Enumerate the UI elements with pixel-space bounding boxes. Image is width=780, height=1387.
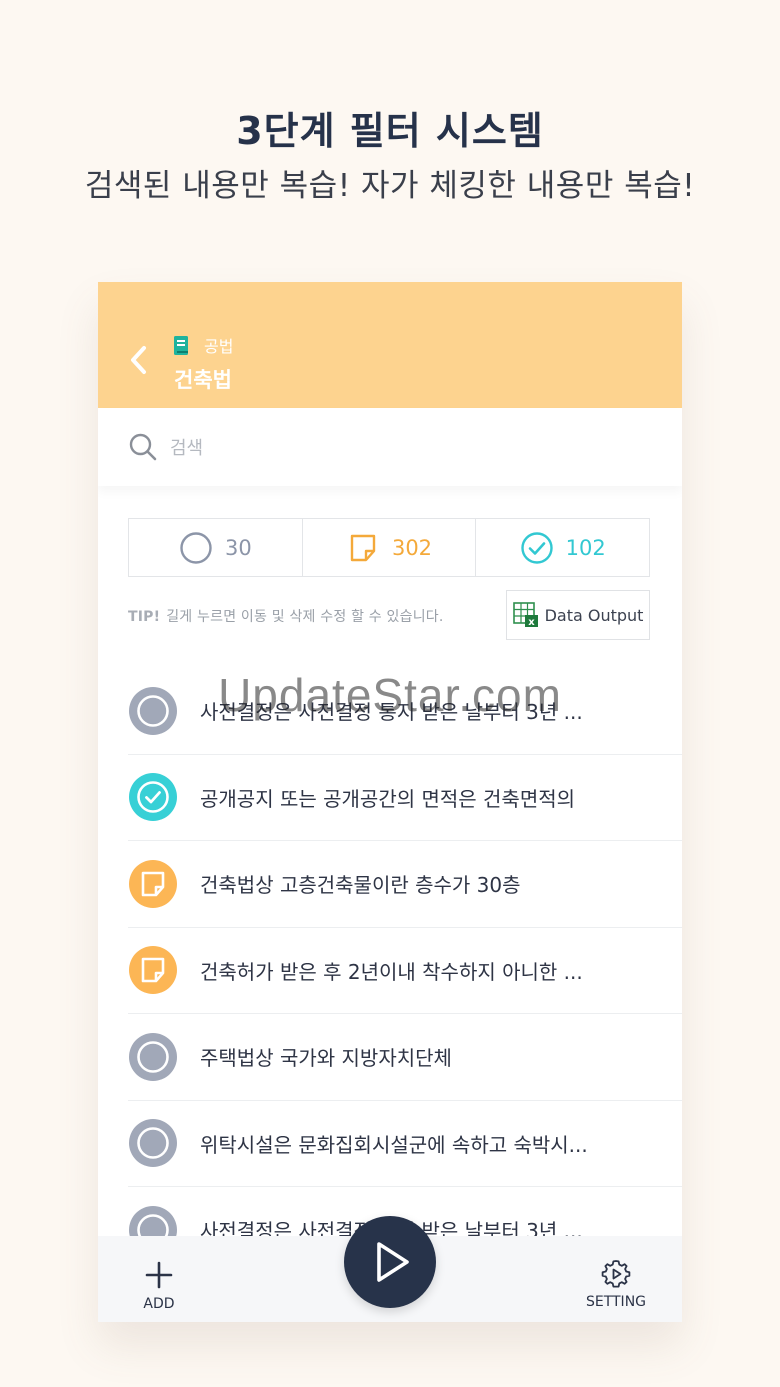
list-item-text: 사전결정은 사전결정 통지 받은 날부터 3년 ...	[200, 700, 583, 725]
note-icon	[350, 534, 376, 561]
status-unchecked-icon[interactable]	[128, 1032, 178, 1082]
excel-icon: x	[512, 602, 538, 628]
breadcrumb: 공법	[174, 334, 233, 356]
search-placeholder: 검색	[170, 438, 204, 459]
data-output-label: Data Output	[544, 605, 644, 625]
list-item-text: 위탁시설은 문화집회시설군에 속하고 숙박시...	[200, 1132, 588, 1157]
promo-subtitle: 검색된 내용만 복습! 자가 체킹한 내용만 복습!	[84, 168, 696, 204]
breadcrumb-label: 공법	[204, 337, 234, 356]
status-unchecked-icon[interactable]	[128, 1118, 178, 1168]
search-bar[interactable]: 검색	[98, 408, 682, 486]
list-item-text: 건축허가 받은 후 2년이내 착수하지 아니한 ...	[200, 959, 583, 984]
circle-icon	[180, 531, 212, 564]
status-note-icon[interactable]	[128, 859, 178, 909]
filter-checked-count: 102	[565, 535, 606, 560]
card-list: 사전결정은 사전결정 통지 받은 날부터 3년 ... 공개공지 또는 공개공간…	[128, 668, 682, 1274]
back-button[interactable]	[126, 342, 152, 378]
list-item-text: 공개공지 또는 공개공간의 면적은 건축면적의	[200, 786, 576, 811]
filter-unchecked-count: 30	[224, 535, 252, 560]
status-unchecked-icon[interactable]	[128, 686, 178, 736]
play-button[interactable]	[344, 1216, 436, 1308]
list-item[interactable]: 공개공지 또는 공개공간의 면적은 건축면적의	[128, 755, 682, 841]
status-checked-icon[interactable]	[128, 772, 178, 822]
filter-unchecked[interactable]: 30	[129, 519, 303, 576]
promo-title: 3단계 필터 시스템	[236, 109, 544, 153]
list-item[interactable]: 위탁시설은 문화집회시설군에 속하고 숙박시...	[128, 1101, 682, 1187]
data-output-button[interactable]: x Data Output	[506, 590, 650, 640]
plus-icon	[145, 1261, 173, 1289]
page-title: 건축법	[174, 368, 232, 392]
svg-text:x: x	[528, 617, 535, 628]
status-note-icon[interactable]	[128, 945, 178, 995]
play-icon	[377, 1242, 409, 1282]
gear-icon	[601, 1260, 631, 1288]
setting-button[interactable]: SETTING	[578, 1258, 654, 1316]
list-item-text: 주택법상 국가와 지방자치단체	[200, 1046, 452, 1071]
app-header: 공법 건축법	[98, 282, 682, 408]
filter-bar: 30 302 102	[128, 518, 650, 577]
app-screen: 공법 건축법 검색 30 302 102 TIP! 길게 누르면 이동 및 삭제 …	[98, 282, 682, 1322]
list-item[interactable]: 건축법상 고층건축물이란 층수가 30층	[128, 841, 682, 928]
filter-note[interactable]: 302	[303, 519, 477, 576]
search-icon	[129, 433, 157, 461]
list-item[interactable]: 건축허가 받은 후 2년이내 착수하지 아니한 ...	[128, 928, 682, 1014]
book-icon	[174, 335, 188, 355]
setting-label: SETTING	[585, 1294, 647, 1310]
list-item[interactable]: 주택법상 국가와 지방자치단체	[128, 1014, 682, 1101]
filter-note-count: 302	[391, 535, 433, 560]
add-button[interactable]: ADD	[128, 1260, 190, 1316]
filter-checked[interactable]: 102	[476, 519, 649, 576]
chevron-left-icon	[131, 346, 146, 374]
list-item-text: 건축법상 고층건축물이란 층수가 30층	[200, 873, 521, 898]
tip-message: 길게 누르면 이동 및 삭제 수정 할 수 있습니다.	[166, 609, 444, 625]
list-item[interactable]: 사전결정은 사전결정 통지 받은 날부터 3년 ...	[128, 668, 682, 755]
check-circle-icon	[520, 531, 553, 564]
tip-label: TIP!	[128, 609, 161, 625]
add-label: ADD	[143, 1296, 175, 1312]
tip-text: TIP! 길게 누르면 이동 및 삭제 수정 할 수 있습니다.	[128, 606, 444, 626]
